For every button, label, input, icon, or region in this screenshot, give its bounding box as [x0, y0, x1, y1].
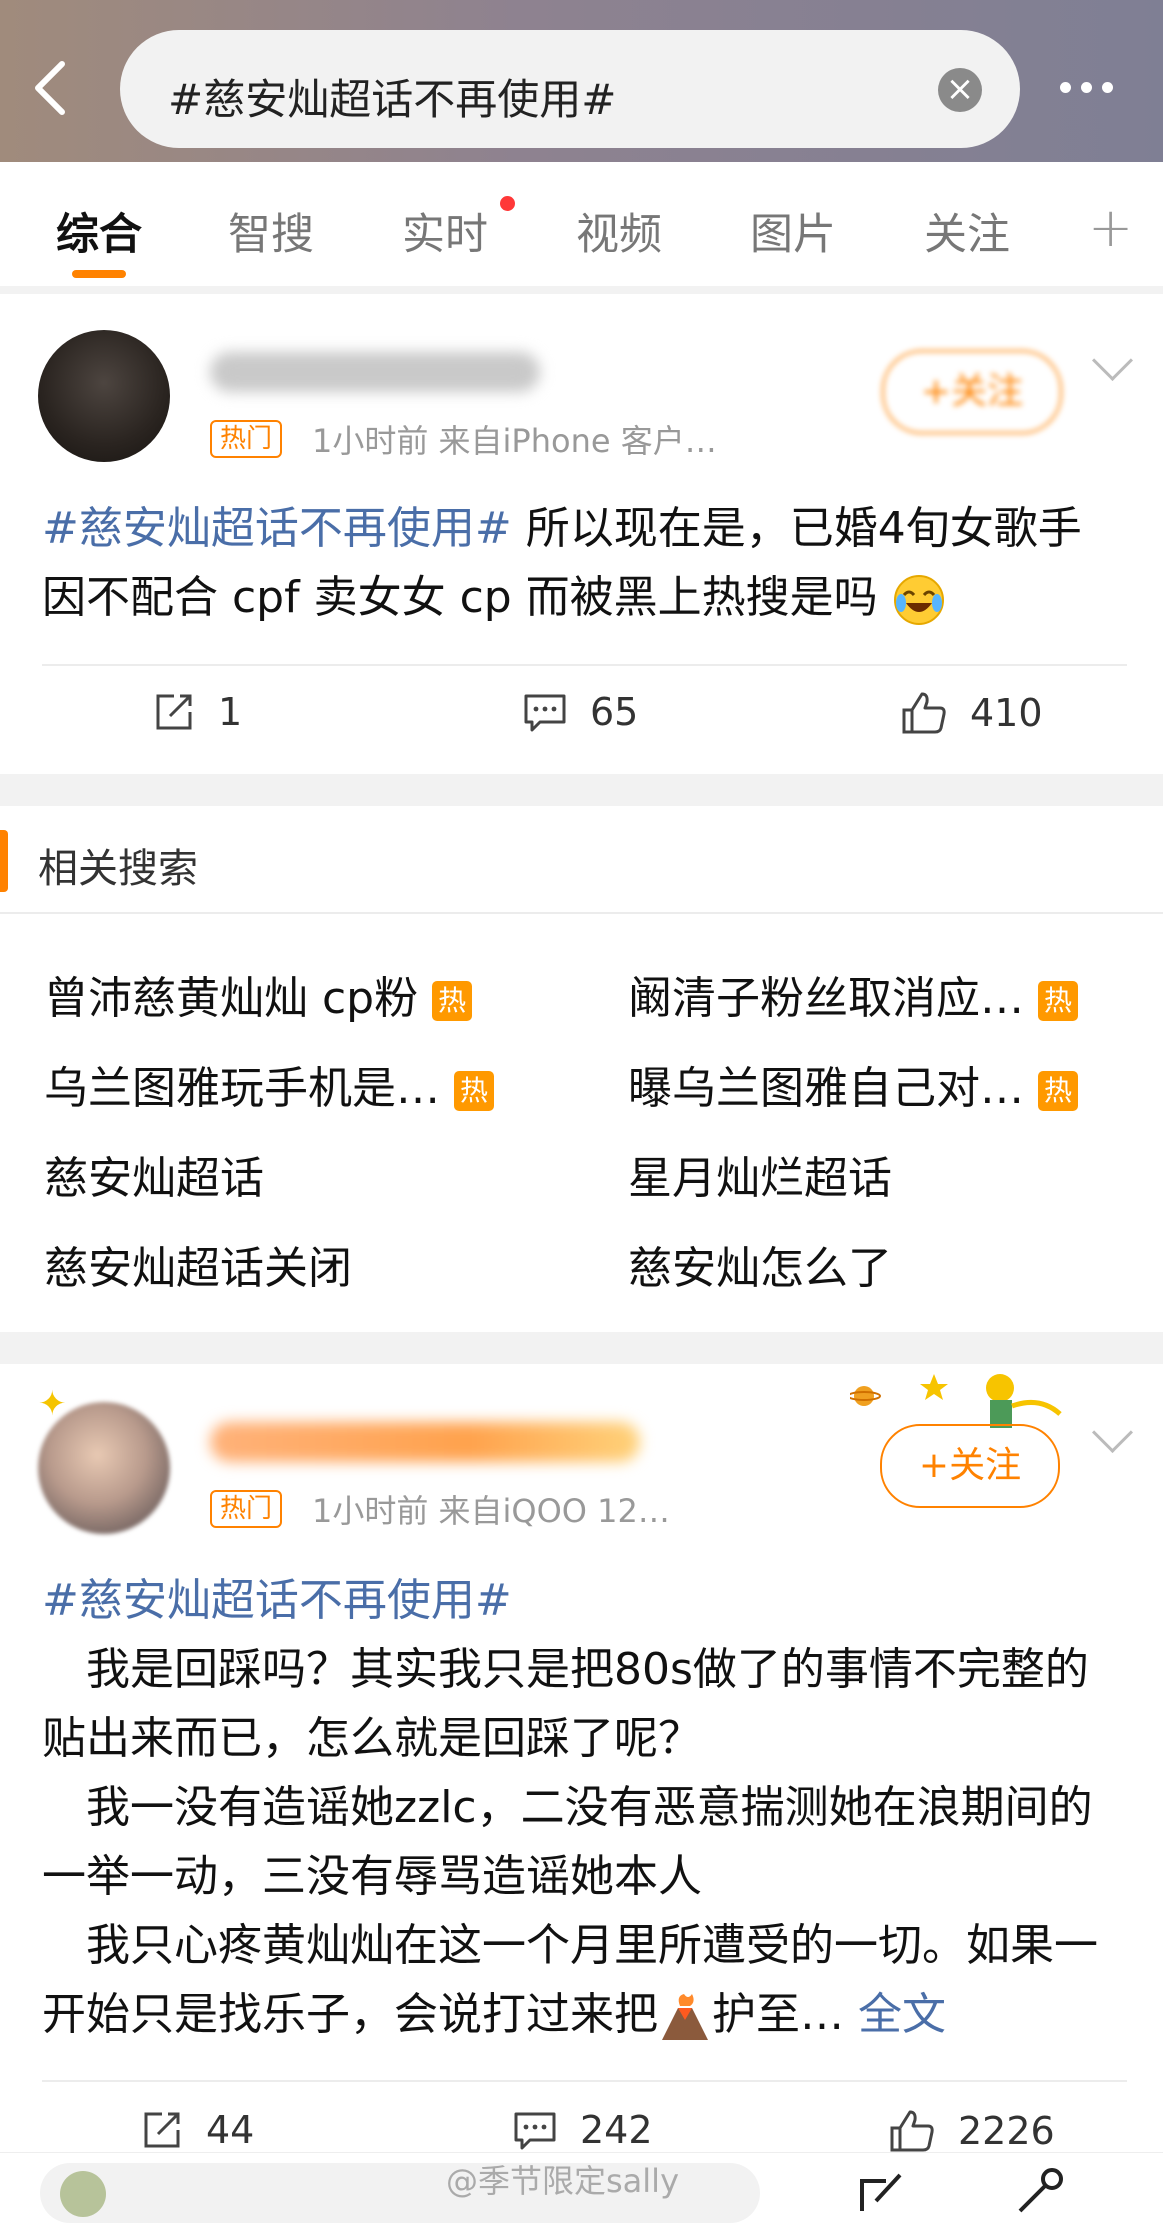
related-search-item[interactable]: 乌兰图雅玩手机是… 热	[44, 1052, 494, 1116]
hot-icon: 热	[454, 1071, 494, 1111]
tab-video[interactable]: 视频	[576, 200, 662, 262]
post-paragraph: 我一没有造谣她zzlc，二没有恶意揣测她在浪期间的一举一动，三没有辱骂造谣她本人	[42, 1782, 1093, 1902]
comment-icon	[524, 694, 566, 732]
related-search-item[interactable]: 曾沛慈黄灿灿 cp粉热	[44, 962, 473, 1026]
hot-icon: 热	[1038, 981, 1078, 1021]
full-text-link[interactable]: 全文	[858, 1989, 946, 2040]
username-blurred[interactable]	[210, 352, 540, 392]
related-search-item[interactable]: 慈安灿超话关闭	[44, 1232, 352, 1296]
repost-count: 1	[218, 690, 243, 734]
post-meta: 1小时前 来自iQOO 12…	[312, 1492, 670, 1530]
avatar	[60, 2171, 106, 2217]
related-searches-title: 相关搜索	[38, 846, 198, 892]
more-options-button[interactable]	[1060, 78, 1123, 97]
like-count: 2226	[958, 2109, 1055, 2153]
post-body: #慈安灿超话不再使用# 我是回踩吗？其实我只是把80s做了的事情不完整的贴出来而…	[42, 1566, 1122, 2049]
hashtag-link[interactable]: #慈安灿超话不再使用#	[42, 503, 512, 554]
hashtag-link[interactable]: #慈安灿超话不再使用#	[42, 1566, 1122, 1635]
tab-images[interactable]: 图片	[750, 200, 836, 262]
active-tab-indicator	[72, 270, 126, 278]
comment-count: 242	[580, 2108, 653, 2152]
avatar[interactable]	[38, 330, 170, 462]
tab-comprehensive[interactable]: 综合	[56, 200, 142, 262]
divider	[42, 664, 1127, 666]
related-search-item[interactable]: 慈安灿超话	[44, 1142, 264, 1206]
like-count: 410	[970, 691, 1043, 735]
post-meta: 1小时前 来自iPhone 客户…	[312, 422, 717, 460]
repost-count: 44	[206, 2108, 255, 2152]
post-paragraph: 我只心疼黄灿灿在这一个月里所遭受的一切。如果一开始只是找乐子，会说打过来把 护至……	[42, 1911, 1122, 2049]
back-button[interactable]	[30, 58, 80, 118]
tab-realtime[interactable]: 实时	[402, 200, 488, 262]
clear-icon[interactable]: ×	[938, 68, 982, 112]
comment-count: 65	[590, 690, 639, 734]
compose-icon[interactable]	[856, 2171, 906, 2219]
chevron-down-icon[interactable]	[1091, 339, 1134, 382]
chevron-left-icon	[35, 61, 65, 115]
hot-icon: 热	[432, 981, 473, 1021]
volcano-emoji-icon	[658, 1990, 712, 2044]
related-search-item[interactable]: 星月灿烂超话	[628, 1142, 892, 1206]
divider	[0, 912, 1163, 914]
search-input[interactable]: #慈安灿超话不再使用# ×	[120, 30, 1020, 148]
comment-button[interactable]: 65	[522, 690, 638, 734]
crown-icon: ✦	[38, 1384, 67, 1424]
follow-button[interactable]: +关注	[882, 350, 1062, 434]
thumbs-up-icon	[890, 2110, 934, 2152]
section-accent-bar	[0, 830, 8, 892]
new-badge-dot	[500, 196, 515, 211]
post-paragraph: 我是回踩吗？其实我只是把80s做了的事情不完整的贴出来而已，怎么就是回踩了呢？	[42, 1644, 1089, 1764]
watermark: @季节限定sally	[446, 2162, 680, 2200]
hot-badge: 热门	[210, 1490, 283, 1528]
tab-following[interactable]: 关注	[924, 200, 1010, 262]
add-tab-icon[interactable]: +	[1088, 196, 1133, 259]
hot-badge: 热门	[210, 420, 283, 458]
related-search-item[interactable]: 阚清子粉丝取消应… 热	[628, 962, 1078, 1026]
chevron-down-icon[interactable]	[1091, 1411, 1134, 1454]
post-body: #慈安灿超话不再使用# 所以现在是，已婚4旬女歌手因不配合 cpf 卖女女 cp…	[42, 494, 1122, 632]
section-divider	[0, 1332, 1163, 1364]
repost-button[interactable]: 1	[152, 690, 242, 734]
tab-smart-search[interactable]: 智搜	[228, 200, 314, 262]
repost-icon	[156, 694, 192, 730]
share-icon[interactable]	[1012, 2167, 1072, 2217]
related-search-item[interactable]: 曝乌兰图雅自己对… 热	[628, 1052, 1078, 1116]
thumbs-up-icon	[902, 692, 946, 734]
repost-button[interactable]: 44	[140, 2108, 254, 2152]
like-button[interactable]: 410	[900, 690, 1043, 736]
repost-icon	[144, 2112, 180, 2148]
comment-button[interactable]: 242	[512, 2108, 653, 2152]
section-divider	[0, 774, 1163, 806]
search-header: #慈安灿超话不再使用# ×	[0, 0, 1163, 162]
crying-laughing-emoji-icon	[892, 573, 946, 627]
divider	[42, 2080, 1127, 2082]
comment-icon	[514, 2112, 556, 2150]
like-button[interactable]: 2226	[888, 2108, 1055, 2154]
follow-button[interactable]: +关注	[880, 1424, 1060, 1508]
username-blurred[interactable]	[210, 1422, 640, 1462]
search-query: #慈安灿超话不再使用#	[168, 75, 617, 124]
tab-bar: 综合 智搜 实时 视频 图片 关注	[0, 162, 1163, 286]
hot-icon: 热	[1038, 1071, 1078, 1111]
divider	[0, 286, 1163, 294]
related-search-item[interactable]: 慈安灿怎么了	[628, 1232, 892, 1296]
